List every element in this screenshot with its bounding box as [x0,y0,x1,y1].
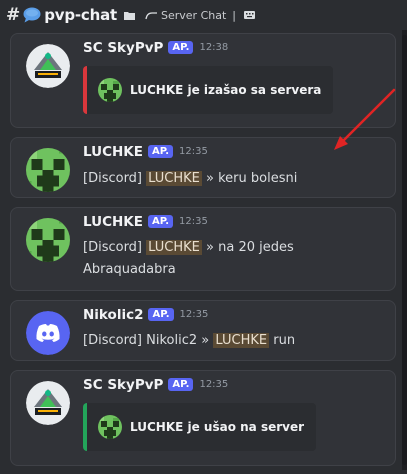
message-card[interactable]: SC SkyPvP AP. 12:35 LUCHKE je ušao na serv… [10,370,396,466]
player-mention[interactable]: LUCHKE [213,333,270,348]
topic-separator: | [232,8,236,22]
skywars-logo-icon[interactable] [26,381,70,425]
channel-header: # pvp-chat Server Chat | [0,0,407,30]
keyboard-icon [244,10,255,19]
folder-icon [124,11,135,20]
app-badge: AP. [148,308,174,321]
message-content: [Discord] LUCHKE » na 20 jedes [83,240,294,255]
app-badge: AP. [147,145,174,158]
timestamp[interactable]: 12:38 [199,42,228,53]
thread-icon [145,12,157,20]
message-author-line: SC SkyPvP AP. 12:35 [83,377,228,393]
player-mention[interactable]: LUCHKE [146,240,202,255]
discord-logo-icon[interactable] [26,311,70,355]
message-content: [Discord] LUCHKE » keru bolesni [83,171,297,186]
embed-text: LUCHKE je ušao na server [130,420,305,434]
message-author-line: Nikolic2 AP. 12:35 [83,307,208,323]
message-card[interactable]: LUCHKE AP. 12:35 [Discord] LUCHKE » na 20 … [10,207,396,291]
app-badge: AP. [168,41,194,54]
message-author-line: LUCHKE AP. 12:35 [83,144,208,160]
message-prefix: [Discord] [83,171,143,186]
app-badge: AP. [168,378,194,391]
message-prefix: [Discord] Nikolic2 [83,333,198,348]
skywars-logo-icon[interactable] [26,44,70,88]
message-content-line-2: Abraquadabra [83,262,176,277]
channel-topic: Server Chat [161,8,227,22]
red-arrow-annotation [334,88,396,150]
message-text: run [273,333,296,348]
message-author-line: LUCHKE AP. 12:35 [83,214,208,230]
message-content: [Discord] Nikolic2 » LUCHKE run [83,333,295,348]
chat-arrow: » [206,171,214,186]
scrollbar-thumb[interactable] [402,35,407,465]
author-name[interactable]: SC SkyPvP [83,377,163,393]
channel-name[interactable]: pvp-chat [44,6,117,24]
creeper-head-icon [98,78,122,102]
leave-embed: LUCHKE je izašao sa servera [83,66,334,114]
author-name[interactable]: LUCHKE [83,214,143,230]
creeper-head-icon[interactable] [26,148,70,192]
speech-bubble-icon [23,7,41,23]
timestamp[interactable]: 12:35 [199,379,228,390]
timestamp[interactable]: 12:35 [179,146,208,157]
author-name[interactable]: LUCHKE [83,144,143,160]
message-prefix: [Discord] [83,240,143,255]
creeper-head-icon [98,415,122,439]
author-name[interactable]: Nikolic2 [83,307,143,323]
message-card[interactable]: Nikolic2 AP. 12:35 [Discord] Nikolic2 » LU… [10,300,396,361]
player-mention[interactable]: LUCHKE [146,171,202,186]
message-text: na 20 jedes [218,240,294,255]
message-author-line: SC SkyPvP AP. 12:38 [83,40,228,56]
hashtag-icon: # [6,5,21,25]
creeper-head-icon[interactable] [26,218,70,262]
author-name[interactable]: SC SkyPvP [83,40,163,56]
timestamp[interactable]: 12:35 [179,216,208,227]
app-badge: AP. [147,215,174,228]
message-text: keru bolesni [218,171,298,186]
join-embed: LUCHKE je ušao na server [83,403,317,451]
embed-text: LUCHKE je izašao sa servera [130,83,322,97]
timestamp[interactable]: 12:35 [180,309,209,320]
chat-arrow: » [201,333,210,348]
chat-arrow: » [206,240,214,255]
